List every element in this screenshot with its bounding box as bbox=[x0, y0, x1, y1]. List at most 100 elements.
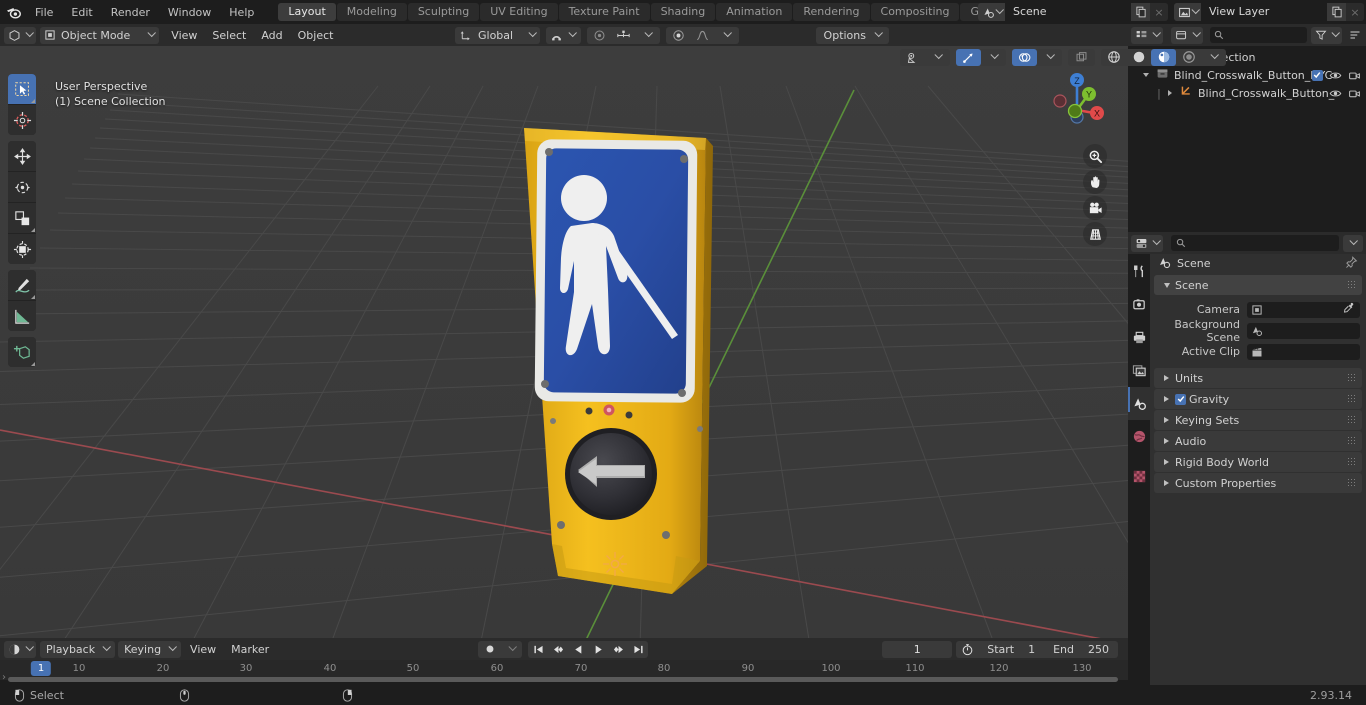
timeline-expand-icon[interactable]: › bbox=[2, 672, 6, 683]
tab-compositing[interactable]: Compositing bbox=[870, 3, 960, 21]
active-clip-field[interactable] bbox=[1247, 343, 1360, 360]
scale-tool[interactable] bbox=[8, 203, 36, 234]
rotate-tool[interactable] bbox=[8, 172, 36, 203]
render-tab[interactable] bbox=[1128, 288, 1150, 321]
xray-toggle[interactable] bbox=[1068, 48, 1095, 66]
playback-menu[interactable]: Playback bbox=[40, 640, 116, 658]
timeline-menu-marker[interactable]: Marker bbox=[225, 641, 275, 658]
solid-shading-icon[interactable] bbox=[1126, 49, 1151, 66]
outliner-row-collection[interactable]: Blind_Crosswalk_Button_NYC bbox=[1128, 66, 1366, 84]
panel-header-gravity[interactable]: Gravity bbox=[1154, 389, 1362, 409]
chevron-down-icon[interactable] bbox=[502, 641, 522, 658]
eyedropper-icon[interactable] bbox=[1343, 302, 1355, 317]
pan-nav-button[interactable] bbox=[1083, 170, 1107, 194]
overlays-icon[interactable] bbox=[1012, 48, 1037, 66]
background-scene-field[interactable] bbox=[1247, 322, 1360, 339]
menu-edit[interactable]: Edit bbox=[62, 3, 101, 22]
tab-layout[interactable]: Layout bbox=[278, 3, 336, 21]
cursor-tool[interactable] bbox=[8, 105, 36, 135]
viewport-menu-add[interactable]: Add bbox=[255, 27, 288, 44]
properties-editor-type[interactable] bbox=[1131, 234, 1163, 252]
jump-to-end-button[interactable] bbox=[628, 641, 648, 658]
stopwatch-icon[interactable] bbox=[956, 641, 978, 658]
move-tool[interactable] bbox=[8, 141, 36, 172]
output-tab[interactable] bbox=[1128, 321, 1150, 354]
record-keyframe-icon[interactable] bbox=[478, 641, 502, 658]
panel-header-custom-properties[interactable]: Custom Properties bbox=[1154, 473, 1362, 493]
timeline-editor-type[interactable] bbox=[4, 640, 36, 658]
gravity-checkbox[interactable] bbox=[1175, 393, 1186, 405]
eye-icon[interactable] bbox=[1328, 67, 1342, 83]
wireframe-shading-icon[interactable] bbox=[1101, 49, 1126, 66]
options-dropdown[interactable]: Options bbox=[815, 26, 889, 44]
chevron-down-icon[interactable] bbox=[925, 49, 950, 66]
transform-tool[interactable] bbox=[8, 234, 36, 264]
new-view-layer-button[interactable] bbox=[1327, 3, 1346, 21]
menu-file[interactable]: File bbox=[26, 3, 62, 22]
end-frame-field[interactable]: End 250 bbox=[1044, 641, 1118, 658]
visibility-eye-icon[interactable] bbox=[900, 49, 925, 66]
texture-tab[interactable] bbox=[1128, 453, 1150, 499]
timeline-menu-view[interactable]: View bbox=[184, 641, 222, 658]
toggle-perspective-button[interactable] bbox=[1083, 222, 1107, 246]
add-cube-tool[interactable] bbox=[8, 337, 36, 367]
outliner-row-object[interactable]: | Blind_Crosswalk_Button_ bbox=[1128, 84, 1366, 102]
current-frame-field[interactable]: 1 bbox=[882, 640, 953, 658]
timeline-horizontal-scrollbar[interactable] bbox=[8, 677, 1118, 682]
panel-header-audio[interactable]: Audio bbox=[1154, 431, 1362, 451]
tab-uv-editing[interactable]: UV Editing bbox=[480, 3, 558, 21]
menu-window[interactable]: Window bbox=[159, 3, 220, 22]
shading-mode-group[interactable] bbox=[1101, 48, 1226, 66]
material-preview-shading-icon[interactable] bbox=[1151, 48, 1176, 66]
snap-toggle[interactable] bbox=[546, 26, 582, 44]
viewport-menu-object[interactable]: Object bbox=[292, 27, 340, 44]
tab-animation[interactable]: Animation bbox=[716, 3, 793, 21]
chevron-down-icon[interactable] bbox=[1201, 49, 1226, 66]
camera-icon[interactable] bbox=[1347, 67, 1361, 83]
chevron-down-icon[interactable] bbox=[981, 49, 1006, 66]
rendered-shading-icon[interactable] bbox=[1176, 49, 1201, 66]
outliner-filter[interactable] bbox=[1311, 26, 1342, 44]
chevron-down-icon[interactable] bbox=[635, 27, 660, 44]
tab-modeling[interactable]: Modeling bbox=[336, 3, 407, 21]
properties-search-input[interactable] bbox=[1171, 235, 1339, 251]
tab-rendering[interactable]: Rendering bbox=[793, 3, 870, 21]
blender-logo-icon[interactable] bbox=[0, 0, 26, 24]
unlink-scene-button[interactable]: × bbox=[1150, 3, 1168, 21]
start-frame-field[interactable]: Start 1 bbox=[978, 641, 1044, 658]
interaction-mode-selector[interactable]: Object Mode bbox=[40, 26, 160, 44]
properties-options-dropdown[interactable] bbox=[1343, 234, 1363, 252]
world-tab[interactable] bbox=[1128, 420, 1150, 453]
xray-icon[interactable] bbox=[1068, 49, 1095, 66]
viewport-menu-view[interactable]: View bbox=[165, 27, 203, 44]
auto-keying-group[interactable] bbox=[478, 640, 522, 658]
tab-texture-paint[interactable]: Texture Paint bbox=[558, 3, 650, 21]
tweak-select-tool[interactable] bbox=[8, 74, 36, 105]
chevron-down-icon[interactable] bbox=[1037, 49, 1062, 66]
collection-checkbox[interactable] bbox=[1310, 67, 1324, 83]
scene-tab[interactable] bbox=[1128, 387, 1150, 420]
3d-viewport[interactable]: User Perspective (1) Scene Collection Z … bbox=[0, 46, 1128, 638]
jump-to-start-button[interactable] bbox=[528, 641, 548, 658]
play-reverse-button[interactable] bbox=[568, 641, 588, 658]
scene-selector[interactable]: Scene × bbox=[978, 3, 1168, 21]
gizmo-icon[interactable] bbox=[956, 48, 981, 66]
overlays-group[interactable] bbox=[1012, 48, 1062, 66]
chevron-down-icon[interactable] bbox=[714, 27, 739, 44]
proportional-edit-icon[interactable] bbox=[587, 27, 612, 44]
zoom-nav-button[interactable] bbox=[1083, 144, 1107, 168]
panel-header-scene[interactable]: Scene bbox=[1154, 275, 1362, 295]
disclosure-triangle-icon[interactable] bbox=[1140, 73, 1152, 77]
menu-render[interactable]: Render bbox=[102, 3, 159, 22]
panel-header-keying-sets[interactable]: Keying Sets bbox=[1154, 410, 1362, 430]
transform-orientation-selector[interactable]: Global bbox=[455, 26, 541, 44]
object-visibility-dropdown[interactable] bbox=[900, 48, 950, 66]
tab-shading[interactable]: Shading bbox=[650, 3, 716, 21]
view-layer-icon[interactable] bbox=[1174, 3, 1201, 21]
panel-header-rigid-body-world[interactable]: Rigid Body World bbox=[1154, 452, 1362, 472]
blind-crosswalk-button-model[interactable] bbox=[0, 46, 1128, 638]
pin-icon[interactable] bbox=[1345, 255, 1358, 272]
previous-keyframe-button[interactable] bbox=[548, 641, 568, 658]
proportional-edit-objects-icon[interactable] bbox=[666, 27, 691, 44]
proportional-falloff-group[interactable] bbox=[666, 26, 740, 44]
